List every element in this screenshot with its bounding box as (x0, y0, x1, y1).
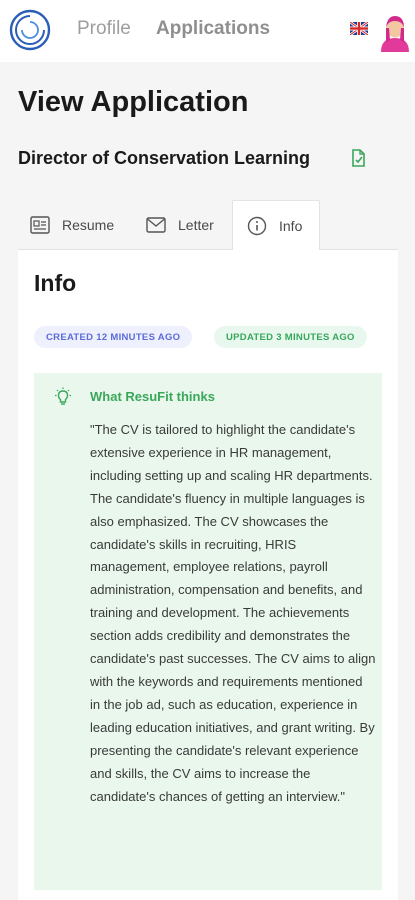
tab-resume-label: Resume (62, 217, 115, 233)
nav-applications-link[interactable]: Applications (156, 18, 270, 40)
main-content: View Application Director of Conservatio… (0, 62, 415, 900)
tab-letter[interactable]: Letter (146, 200, 214, 250)
document-link-icon[interactable] (351, 149, 365, 167)
created-badge: CREATED 12 MINUTES AGO (34, 326, 193, 348)
tab-info-label: Info (279, 218, 303, 234)
app-logo-icon[interactable] (8, 8, 52, 52)
tab-info[interactable]: Info (232, 200, 320, 251)
lightbulb-icon (55, 387, 71, 405)
updated-badge: UPDATED 3 MINUTES AGO (214, 326, 367, 348)
uk-flag-icon[interactable] (350, 22, 368, 35)
page-title: View Application (18, 86, 249, 118)
thinks-title: What ResuFit thinks (90, 389, 215, 404)
tab-letter-label: Letter (178, 217, 214, 233)
info-icon (247, 216, 267, 236)
resume-icon (30, 216, 50, 234)
thinks-text: "The CV is tailored to highlight the can… (90, 422, 376, 804)
info-heading: Info (34, 270, 77, 296)
info-panel: Info CREATED 12 MINUTES AGO UPDATED 3 MI… (18, 250, 398, 900)
job-title: Director of Conservation Learning (18, 148, 311, 168)
resufit-thinks-card: What ResuFit thinks "The CV is tailored … (34, 373, 382, 890)
nav-profile-link[interactable]: Profile (77, 18, 131, 40)
application-tabs: Resume Letter Info (18, 200, 398, 251)
envelope-icon (146, 217, 166, 233)
top-header: Profile Applications (0, 0, 415, 62)
user-avatar-icon[interactable] (377, 12, 413, 52)
tab-resume[interactable]: Resume (30, 200, 114, 250)
